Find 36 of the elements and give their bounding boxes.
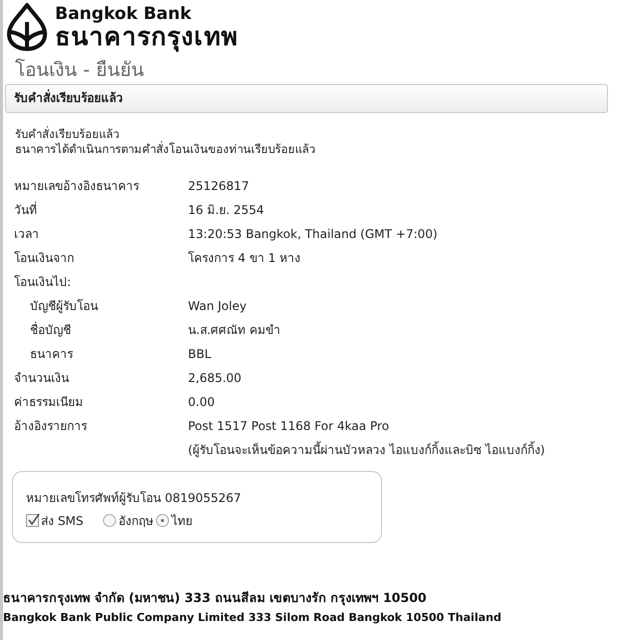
- field-value: BBL: [188, 346, 212, 363]
- field-value: โครงการ 4 ขา 1 หาง: [188, 250, 302, 267]
- language-radio[interactable]: ไทย: [156, 511, 192, 530]
- lotus-logo-icon: [5, 2, 49, 52]
- field-value: 25126817: [188, 178, 250, 195]
- footer-address: ธนาคารกรุงเทพ จำกัด (มหาชน) 333 ถนนสีลม เขตบางรัก กรุงเทพฯ 10500: [3, 589, 428, 608]
- check-icon: [27, 513, 40, 526]
- field-label: เวลา: [14, 226, 40, 243]
- panel-header: รับคำสั่งเรียบร้อยแล้ว: [5, 84, 608, 113]
- field-label: อ้างอิงรายการ: [14, 418, 88, 435]
- field-note: (ผู้รับโอนจะเห็นข้อความนี้ผ่านบัวหลวง ไอแบงก์กิ้งและบิซ ไอแบงก์กิ้ง): [188, 440, 546, 460]
- brand-name: Bangkok Bank: [55, 4, 192, 24]
- field-label: บัญชีผู้รับโอน: [29, 298, 99, 316]
- status-message: รับคำสั่งเรียบร้อยแล้ว: [15, 127, 120, 141]
- field-value: 2,685.00: [188, 370, 242, 387]
- field-value: 0.00: [188, 394, 216, 411]
- field-value: Wan Joley: [188, 298, 248, 315]
- field-label: ธนาคาร: [29, 346, 74, 363]
- field-label: โอนเงินจาก: [14, 250, 75, 267]
- field-value: 13:20:53 Bangkok, Thailand (GMT +7:00): [188, 226, 438, 243]
- section-label: โอนเงินไป:: [14, 274, 72, 291]
- send-sms-checkbox[interactable]: ส่ง SMS: [26, 511, 84, 530]
- field-label: จำนวนเงิน: [14, 370, 70, 387]
- language-radio[interactable]: อังกฤษ: [103, 511, 154, 530]
- status-message: ธนาคารได้ดำเนินการตามคำสั่งโอนเงินของท่านเรียบร้อยแล้ว: [15, 142, 316, 157]
- field-label: ชื่อบัญชี: [29, 320, 72, 339]
- field-value: 16 มิ.ย. 2554: [188, 202, 266, 219]
- field-label: วันที่: [14, 200, 38, 219]
- field-value: Post 1517 Post 1168 For 4kaa Pro: [188, 418, 390, 435]
- phone-number-label: หมายเลขโทรศัพท์ผู้รับโอน 0819055267: [26, 490, 242, 507]
- page-title: โอนเงิน - ยืนยัน: [15, 58, 145, 82]
- field-label: หมายเลขอ้างอิงธนาคาร: [14, 178, 140, 195]
- brand-name-thai: ธนาคารกรุงเทพ: [55, 24, 238, 50]
- field-label: ค่าธรรมเนียม: [14, 394, 84, 411]
- field-value: น.ส.ศศณัท คมขำ: [188, 322, 282, 339]
- footer-address: Bangkok Bank Public Company Limited 333 Silom Road Bangkok 10500 Thailand: [3, 610, 502, 626]
